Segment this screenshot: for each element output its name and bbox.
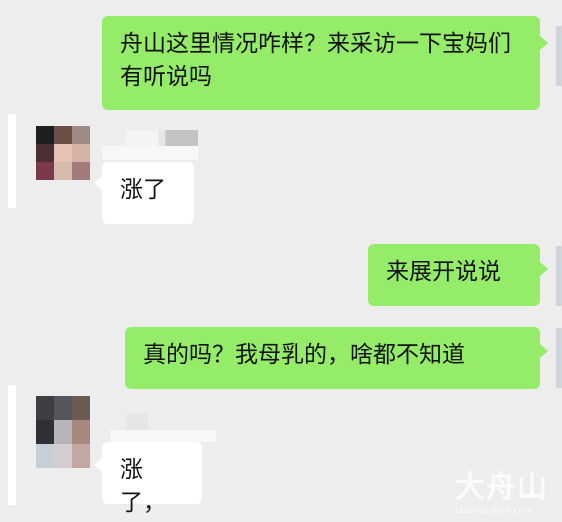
message-bubble-incoming[interactable]: 涨了 [102, 162, 194, 224]
bubble-tail [540, 344, 548, 358]
bubble-tail [540, 262, 548, 276]
message-bubble-outgoing[interactable]: 舟山这里情况咋样？来采访一下宝妈们有听说吗 [102, 16, 540, 110]
sender-name [126, 414, 148, 430]
message-bubble-outgoing[interactable]: 真的吗？我母乳的，啥都不知道 [125, 327, 540, 389]
avatar[interactable] [36, 396, 90, 468]
message-text: 真的吗？我母乳的，啥都不知道 [143, 342, 465, 368]
avatar-edge [8, 385, 16, 505]
avatar-edge [8, 114, 16, 208]
avatar[interactable] [556, 246, 562, 306]
message-text: 舟山这里情况咋样？来采访一下宝妈们有听说吗 [120, 31, 511, 90]
message-text: 涨了 [120, 177, 166, 203]
avatar[interactable] [556, 26, 562, 86]
watermark-url: Dazhoushan.com [455, 506, 533, 516]
sender-name-strip [102, 146, 198, 160]
message-bubble-incoming[interactable]: 涨了， [102, 442, 202, 516]
bubble-tail [540, 36, 548, 50]
sender-name [126, 130, 198, 146]
avatar[interactable] [36, 126, 90, 180]
watermark-logo: 大舟山 [455, 470, 548, 505]
bubble-tail [94, 176, 102, 190]
message-bubble-outgoing[interactable]: 来展开说说 [368, 244, 540, 306]
avatar[interactable] [556, 328, 562, 388]
message-text: 涨了， [120, 457, 166, 516]
sender-name-strip [110, 430, 216, 442]
bubble-tail [94, 458, 102, 472]
message-text: 来展开说说 [386, 259, 501, 285]
watermark: 大舟山 Dazhoushan.com [455, 462, 548, 516]
